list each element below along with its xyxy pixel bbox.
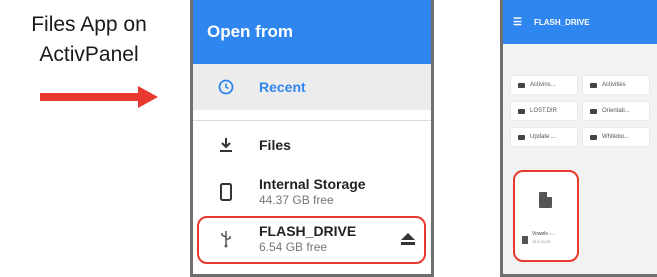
caption-line-1: Files App on: [31, 13, 147, 36]
browser-header: ☰ FLASH_DRIVE: [503, 0, 657, 44]
folder-item[interactable]: LOST.DIR: [511, 102, 577, 120]
menu-icon[interactable]: ☰: [513, 17, 522, 28]
caption-line-2: ActivPanel: [39, 43, 139, 66]
folder-name: Whitebo...: [602, 134, 630, 140]
folder-icon: [518, 108, 525, 114]
document-icon: [522, 236, 528, 244]
phone-icon: [215, 181, 237, 203]
browser-title: FLASH_DRIVE: [533, 17, 590, 27]
folder-item[interactable]: Activities: [583, 76, 649, 94]
folder-icon: [518, 82, 525, 88]
folder-item[interactable]: Activins...: [511, 76, 577, 94]
folder-name: Update ...: [530, 134, 557, 140]
nav-item-recent-label: Recent: [259, 79, 306, 95]
file-date: 13 8 11:20: [532, 239, 551, 244]
folder-item[interactable]: Orientati...: [583, 102, 649, 120]
folder-item[interactable]: Whitebo...: [583, 128, 649, 146]
folder-item[interactable]: Update ...: [511, 128, 577, 146]
flash-drive-browser: ☰ FLASH_DRIVE Activins... Activities LOS…: [500, 0, 657, 277]
folder-icon: [518, 134, 525, 140]
nav-item-files-label: Files: [259, 137, 291, 153]
folder-name: Activins...: [530, 82, 556, 88]
nav-item-internal-storage[interactable]: Internal Storage 44.37 GB free: [193, 174, 431, 210]
panel-header: Open from: [193, 0, 431, 64]
divider: [193, 120, 431, 121]
folder-icon: [590, 108, 597, 114]
flash-drive-highlight: [197, 216, 426, 264]
folder-name: Activities: [602, 82, 626, 88]
nav-item-files[interactable]: Files: [193, 131, 431, 159]
clock-icon: [215, 76, 237, 98]
internal-storage-free: 44.37 GB free: [259, 193, 334, 207]
page-title: Open from: [207, 22, 293, 41]
file-name: Vowels -...: [532, 231, 556, 237]
folder-icon: [590, 134, 597, 140]
arrow-right-icon: [40, 86, 158, 108]
internal-storage-text: Internal Storage 44.37 GB free: [259, 176, 366, 208]
file-card[interactable]: Vowels -... 13 8 11:20: [513, 170, 579, 262]
document-icon: [539, 192, 552, 208]
open-from-panel: Open from Recent Files Internal Storage …: [190, 0, 434, 277]
download-icon: [215, 134, 237, 156]
folder-name: Orientati...: [602, 108, 630, 114]
folder-name: LOST.DIR: [530, 108, 558, 114]
caption: Files App on ActivPanel: [0, 10, 178, 70]
nav-item-recent[interactable]: Recent: [193, 72, 431, 102]
folder-icon: [590, 82, 597, 88]
internal-storage-label: Internal Storage: [259, 176, 366, 192]
